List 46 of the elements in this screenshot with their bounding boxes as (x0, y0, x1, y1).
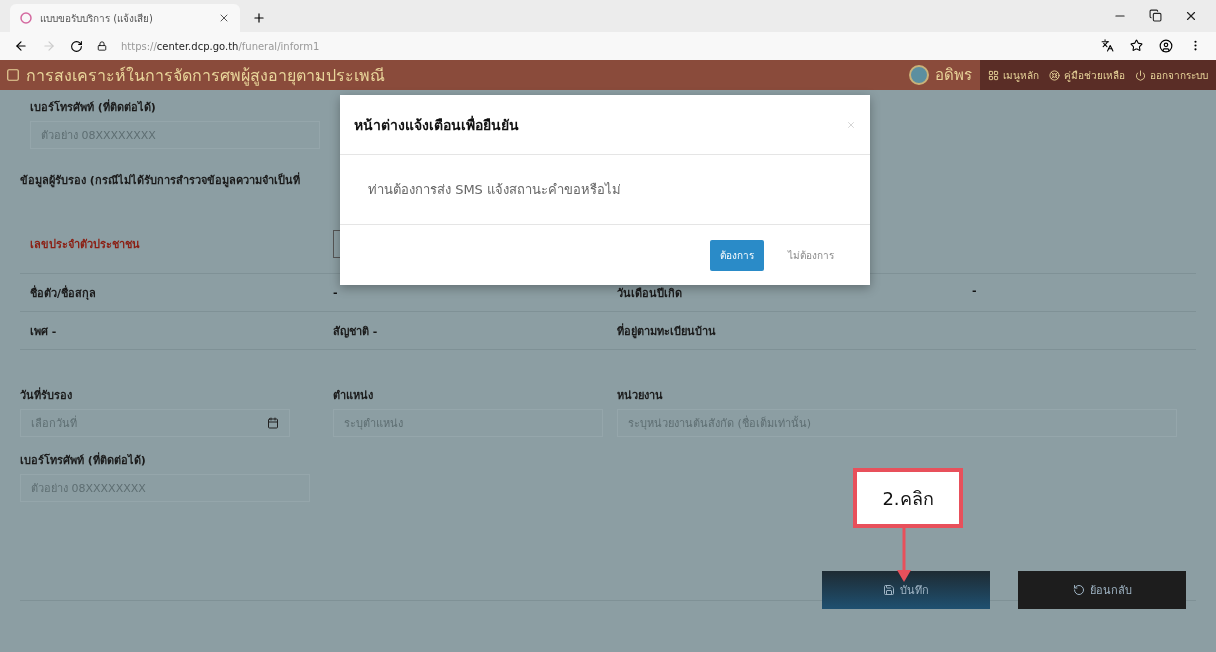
reload-icon[interactable] (70, 39, 83, 53)
user-name: อดิพร (935, 65, 972, 86)
close-icon[interactable] (1184, 9, 1198, 23)
info-label: วันเดือนปีเกิด (617, 285, 682, 302)
dialog-title: หน้าต่างแจ้งเตือนเพื่อยืนยัน (354, 114, 519, 135)
new-tab-icon[interactable] (252, 11, 266, 25)
grid-icon (988, 69, 999, 81)
power-icon (1135, 69, 1146, 81)
info-value: - (333, 286, 339, 299)
info-value: - (972, 283, 977, 299)
bookmark-star-icon[interactable] (1130, 39, 1143, 52)
square-icon (6, 68, 20, 82)
lock-icon (97, 41, 107, 51)
field-label: วันที่รับรอง (20, 386, 73, 404)
header-menu-link[interactable]: ออกจากระบบ (1135, 67, 1208, 83)
translate-icon[interactable] (1101, 39, 1114, 52)
browser-tab[interactable]: แบบขอรับบริการ (แจ้งเสีย) (10, 4, 240, 32)
close-tab-icon[interactable] (218, 12, 230, 24)
app-title: การสงเคราะห์ในการจัดการศพผู้สูงอายุตามประเพณี (26, 64, 385, 88)
info-label: ที่อยู่ตามทะเบียนบ้าน (617, 322, 717, 340)
logo-icon (909, 65, 929, 85)
field-label: เบอร์โทรศัพท์ (ที่ติดต่อได้) (20, 451, 147, 469)
header-menu-link[interactable]: เมนูหลัก (988, 67, 1039, 83)
field-label: หน่วยงาน (617, 388, 664, 404)
back-button[interactable]: ย้อนกลับ (1018, 571, 1186, 609)
lifebuoy-icon (1049, 69, 1060, 81)
section-heading: ข้อมูลผู้รับรอง (กรณีไม่ได้รับการสำรวจข้อมูลความจำเป็นที่ (20, 171, 300, 189)
header-menu-link[interactable]: คู่มือช่วยเหลือ (1049, 67, 1125, 83)
field-label: ตำแหน่ง (333, 388, 374, 404)
confirm-button[interactable]: ต้องการ (710, 239, 764, 271)
info-label: เพศ - (29, 323, 58, 340)
restore-icon[interactable] (1149, 9, 1162, 22)
back-icon[interactable] (14, 39, 28, 53)
annotation-arrow (897, 528, 911, 582)
undo-icon (1072, 584, 1085, 596)
calendar-icon[interactable] (267, 417, 279, 429)
save-button[interactable]: บันทึก (822, 571, 990, 609)
info-label: สัญชาติ - (333, 323, 379, 340)
profile-icon[interactable] (1159, 39, 1173, 53)
annotation-callout: 2.คลิก (853, 468, 963, 528)
field-label: เบอร์โทรศัพท์ (ที่ติดต่อได้) (30, 98, 157, 116)
field-label: เลขประจำตัวประชาชน (29, 237, 141, 253)
decline-button[interactable]: ไม่ต้องการ (778, 239, 844, 271)
address-bar[interactable]: https://center.dcp.go.th/funeral/inform1 (121, 40, 320, 52)
info-label: ชื่อตัว/ชื่อสกุล (29, 284, 98, 302)
dialog-message: ท่านต้องการส่ง SMS แจ้งสถานะคำขอหรือไม่ (368, 181, 621, 199)
